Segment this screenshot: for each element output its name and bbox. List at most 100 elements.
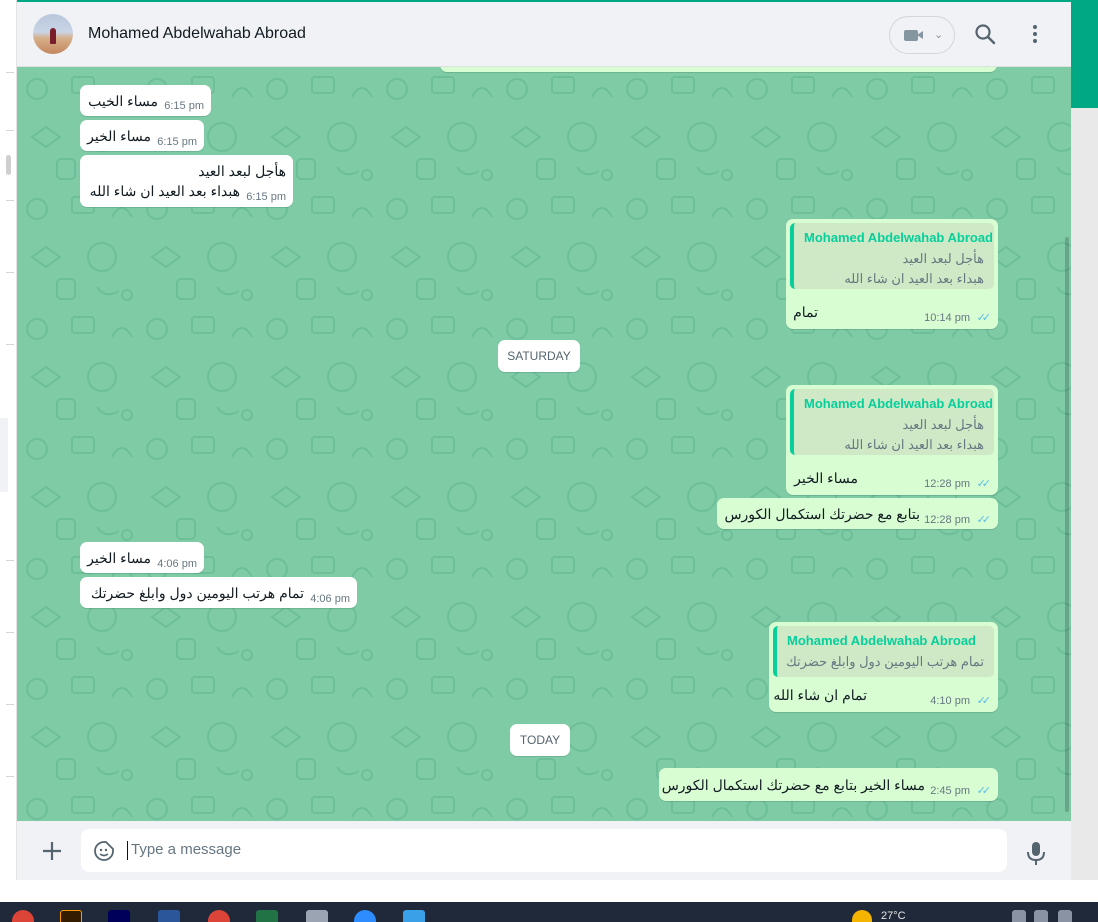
- app-background-accent: [1071, 0, 1098, 108]
- quoted-text-line: هأجل لبعد العيد: [902, 417, 985, 432]
- date-divider: TODAY: [510, 724, 570, 756]
- list-divider: [6, 200, 14, 201]
- message-time: 2:45 pm: [930, 785, 970, 797]
- quoted-message[interactable]: Mohamed Abdelwahab Abroad هأجل لبعد العي…: [790, 223, 994, 289]
- chat-list-scrollbar[interactable]: [6, 155, 11, 175]
- chrome-icon[interactable]: [208, 910, 230, 922]
- message-input[interactable]: Type a message: [131, 841, 241, 858]
- list-divider: [6, 632, 14, 633]
- read-receipt-icon: ✓✓: [976, 312, 992, 324]
- quoted-text-line: هبداء بعد العيد ان شاء الله: [844, 437, 984, 452]
- read-receipt-icon: ✓✓: [976, 785, 992, 797]
- text-caret: [127, 841, 128, 860]
- contact-name[interactable]: Mohamed Abdelwahab Abroad: [88, 25, 306, 43]
- plus-icon[interactable]: [39, 838, 65, 864]
- message-text: مساء الخير: [87, 128, 151, 144]
- quoted-message[interactable]: Mohamed Abdelwahab Abroad هأجل لبعد العي…: [790, 389, 994, 455]
- excel-icon[interactable]: [256, 910, 278, 922]
- message-bubble-incoming[interactable]: مساء الخير 4:06 pm: [80, 542, 204, 573]
- conversation-scrollbar[interactable]: [1065, 237, 1069, 812]
- app-background: [1071, 108, 1098, 880]
- quoted-sender-name: Mohamed Abdelwahab Abroad: [787, 633, 976, 648]
- selected-chat-indicator[interactable]: [0, 418, 8, 492]
- message-text: تمام هرتب اليومين دول وابلغ حضرتك: [90, 585, 304, 601]
- video-camera-icon: [904, 30, 918, 41]
- message-time: 12:28 pm: [924, 478, 970, 490]
- message-text: تمام: [793, 304, 818, 320]
- message-bubble-incoming[interactable]: مساء الخيب 6:15 pm: [80, 85, 211, 116]
- conversation-panel[interactable]: مساء الخيب 6:15 pm مساء الخير 6:15 pm هأ…: [17, 67, 1071, 821]
- os-taskbar: [0, 902, 1098, 922]
- sticker-icon[interactable]: [93, 840, 115, 862]
- message-bubble-outgoing[interactable]: بتابع مع حضرتك استكمال الكورس 12:28 pm ✓…: [717, 498, 998, 529]
- word-icon[interactable]: [158, 910, 180, 922]
- chat-header[interactable]: Mohamed Abdelwahab Abroad ⌄: [17, 2, 1071, 67]
- message-bubble-outgoing[interactable]: Mohamed Abdelwahab Abroad هأجل لبعد العي…: [786, 219, 998, 329]
- message-text: تمام ان شاء الله: [773, 687, 867, 703]
- app-icon[interactable]: [306, 910, 328, 922]
- chrome-icon[interactable]: [12, 910, 34, 922]
- message-bubble-outgoing[interactable]: Mohamed Abdelwahab Abroad تمام هرتب اليو…: [769, 622, 998, 712]
- volume-icon[interactable]: [1058, 910, 1072, 922]
- list-divider: [6, 776, 14, 777]
- list-divider: [6, 130, 14, 131]
- message-text: مساء الخير بتابع مع حضرتك استكمال الكورس: [661, 777, 925, 793]
- message-text: بتابع مع حضرتك استكمال الكورس: [724, 506, 920, 522]
- message-bubble-outgoing-partial[interactable]: [440, 67, 997, 72]
- list-divider: [6, 72, 14, 73]
- message-text: مساء الخيب: [88, 93, 158, 109]
- message-time: 6:15 pm: [164, 100, 204, 112]
- read-receipt-icon: ✓✓: [976, 695, 992, 707]
- message-text: مساء الخير: [87, 550, 151, 566]
- read-receipt-icon: ✓✓: [976, 478, 992, 490]
- contact-avatar[interactable]: [33, 14, 73, 54]
- message-input-box[interactable]: Type a message: [81, 829, 1007, 872]
- window-bottom-margin: [0, 880, 1098, 902]
- tray-icon[interactable]: [1012, 910, 1026, 922]
- weather-temperature[interactable]: 27°C: [881, 910, 906, 922]
- message-time: 12:28 pm: [924, 514, 970, 526]
- video-call-button[interactable]: ⌄: [889, 16, 955, 54]
- photos-icon[interactable]: [403, 910, 425, 922]
- message-text: مساء الخير: [794, 470, 858, 486]
- read-receipt-icon: ✓✓: [976, 514, 992, 526]
- message-bubble-outgoing[interactable]: مساء الخير بتابع مع حضرتك استكمال الكورس…: [659, 768, 998, 801]
- message-bubble-outgoing[interactable]: Mohamed Abdelwahab Abroad هأجل لبعد العي…: [786, 385, 998, 495]
- list-divider: [6, 704, 14, 705]
- message-time: 6:15 pm: [157, 136, 197, 148]
- weather-icon[interactable]: [852, 910, 872, 922]
- message-time: 4:10 pm: [930, 695, 970, 707]
- message-bubble-incoming[interactable]: هأجل لبعد العيد هبداء بعد العيد ان شاء ا…: [80, 155, 293, 207]
- message-text-line: هأجل لبعد العيد: [198, 163, 286, 179]
- message-time: 6:15 pm: [246, 191, 286, 203]
- zoom-icon[interactable]: [354, 910, 376, 922]
- message-time: 10:14 pm: [924, 312, 970, 324]
- tray-icon[interactable]: [1034, 910, 1048, 922]
- quoted-text-line: تمام هرتب اليومين دول وابلغ حضرتك: [786, 654, 984, 669]
- message-bubble-incoming[interactable]: تمام هرتب اليومين دول وابلغ حضرتك 4:06 p…: [80, 577, 357, 608]
- quoted-message[interactable]: Mohamed Abdelwahab Abroad تمام هرتب اليو…: [773, 626, 994, 677]
- chat-list-edge: [0, 0, 17, 880]
- illustrator-icon[interactable]: [60, 910, 82, 922]
- list-divider: [6, 272, 14, 273]
- quoted-sender-name: Mohamed Abdelwahab Abroad: [804, 230, 993, 245]
- message-time: 4:06 pm: [310, 593, 350, 605]
- quoted-text-line: هبداء بعد العيد ان شاء الله: [844, 271, 984, 286]
- message-bubble-incoming[interactable]: مساء الخير 6:15 pm: [80, 120, 204, 151]
- list-divider: [6, 560, 14, 561]
- quoted-sender-name: Mohamed Abdelwahab Abroad: [804, 396, 993, 411]
- list-divider: [6, 344, 14, 345]
- whatsapp-window: Mohamed Abdelwahab Abroad ⌄ مساء الخيب 6…: [0, 0, 1098, 922]
- quoted-text-line: هأجل لبعد العيد: [902, 251, 985, 266]
- chevron-down-icon: ⌄: [934, 29, 944, 41]
- message-composer: Type a message: [17, 821, 1071, 880]
- date-divider: SATURDAY: [498, 340, 580, 372]
- message-time: 4:06 pm: [157, 558, 197, 570]
- video-camera-lens: [917, 31, 923, 39]
- microphone-icon[interactable]: [1025, 840, 1047, 866]
- search-icon[interactable]: [973, 22, 997, 46]
- avatar-figure: [50, 28, 56, 44]
- message-text-line: هبداء بعد العيد ان شاء الله: [89, 183, 240, 199]
- premiere-icon[interactable]: [108, 910, 130, 922]
- kebab-menu-icon[interactable]: [1023, 22, 1047, 46]
